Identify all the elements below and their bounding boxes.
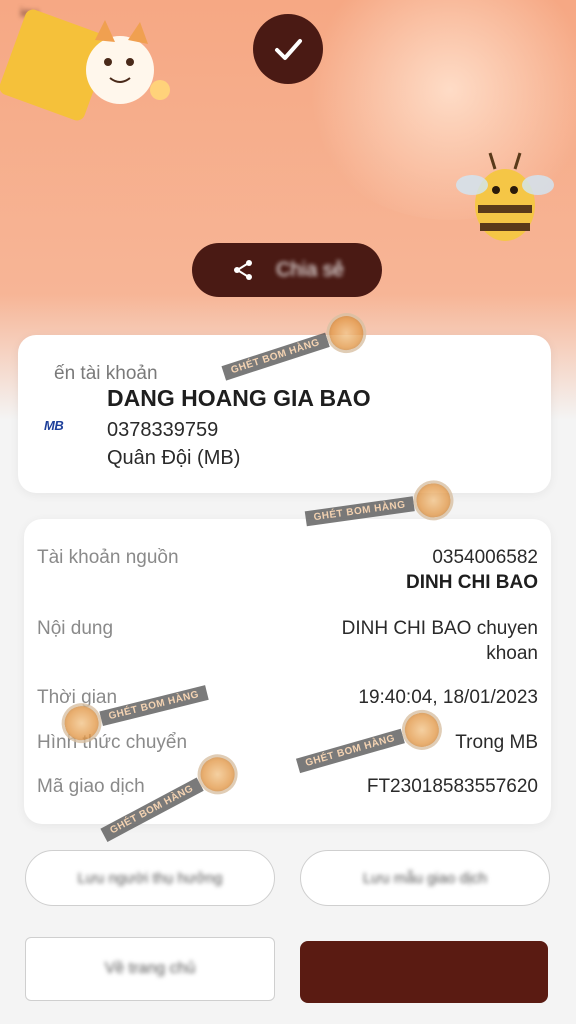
recipient-heading: ến tài khoản [54, 363, 158, 384]
content-label: Nội dung [37, 618, 114, 639]
transaction-details-card: Tài khoản nguồn 0354006582 DINH CHI BAO … [24, 519, 551, 824]
transaction-id-value: FT23018583557620 [366, 776, 538, 797]
home-button[interactable]: Về trang chủ [25, 937, 275, 1001]
recipient-bank-name: Quân Đội (MB) [107, 447, 241, 469]
method-value: Trong MB [455, 732, 538, 753]
bee-mascot-icon [456, 152, 554, 241]
content-value-line2: khoan [486, 643, 538, 664]
save-recipient-button[interactable]: Lưu người thụ hưởng [25, 850, 275, 906]
share-icon [234, 260, 253, 280]
content-value-line1: DINH CHI BAO chuyen [341, 618, 538, 639]
transaction-id-label: Mã giao dịch [37, 776, 145, 797]
watermark-text: GHÉT BOM HÀNG [304, 495, 415, 526]
source-account-value: 0354006582 [432, 547, 538, 568]
recipient-account-number: 0378339759 [107, 419, 219, 441]
source-account-owner: DINH CHI BAO [406, 572, 538, 593]
watermark-badge-icon [410, 477, 456, 524]
cat-mascot-icon [0, 9, 170, 121]
success-check-badge [253, 14, 323, 84]
home-button-label: Về trang chủ [104, 960, 196, 977]
share-button-label: Chia sẻ [276, 258, 344, 281]
new-transfer-button[interactable] [300, 941, 548, 1003]
save-template-label: Lưu mẫu giao dịch [362, 869, 488, 887]
check-icon [275, 39, 302, 60]
bank-logo-mb: MB [44, 418, 64, 433]
source-account-label: Tài khoản nguồn [37, 547, 179, 568]
share-button[interactable]: Chia sẻ [192, 243, 382, 297]
time-value: 19:40:04, 18/01/2023 [358, 687, 538, 708]
save-template-button[interactable]: Lưu mẫu giao dịch [300, 850, 550, 906]
save-recipient-label: Lưu người thụ hưởng [77, 869, 223, 887]
